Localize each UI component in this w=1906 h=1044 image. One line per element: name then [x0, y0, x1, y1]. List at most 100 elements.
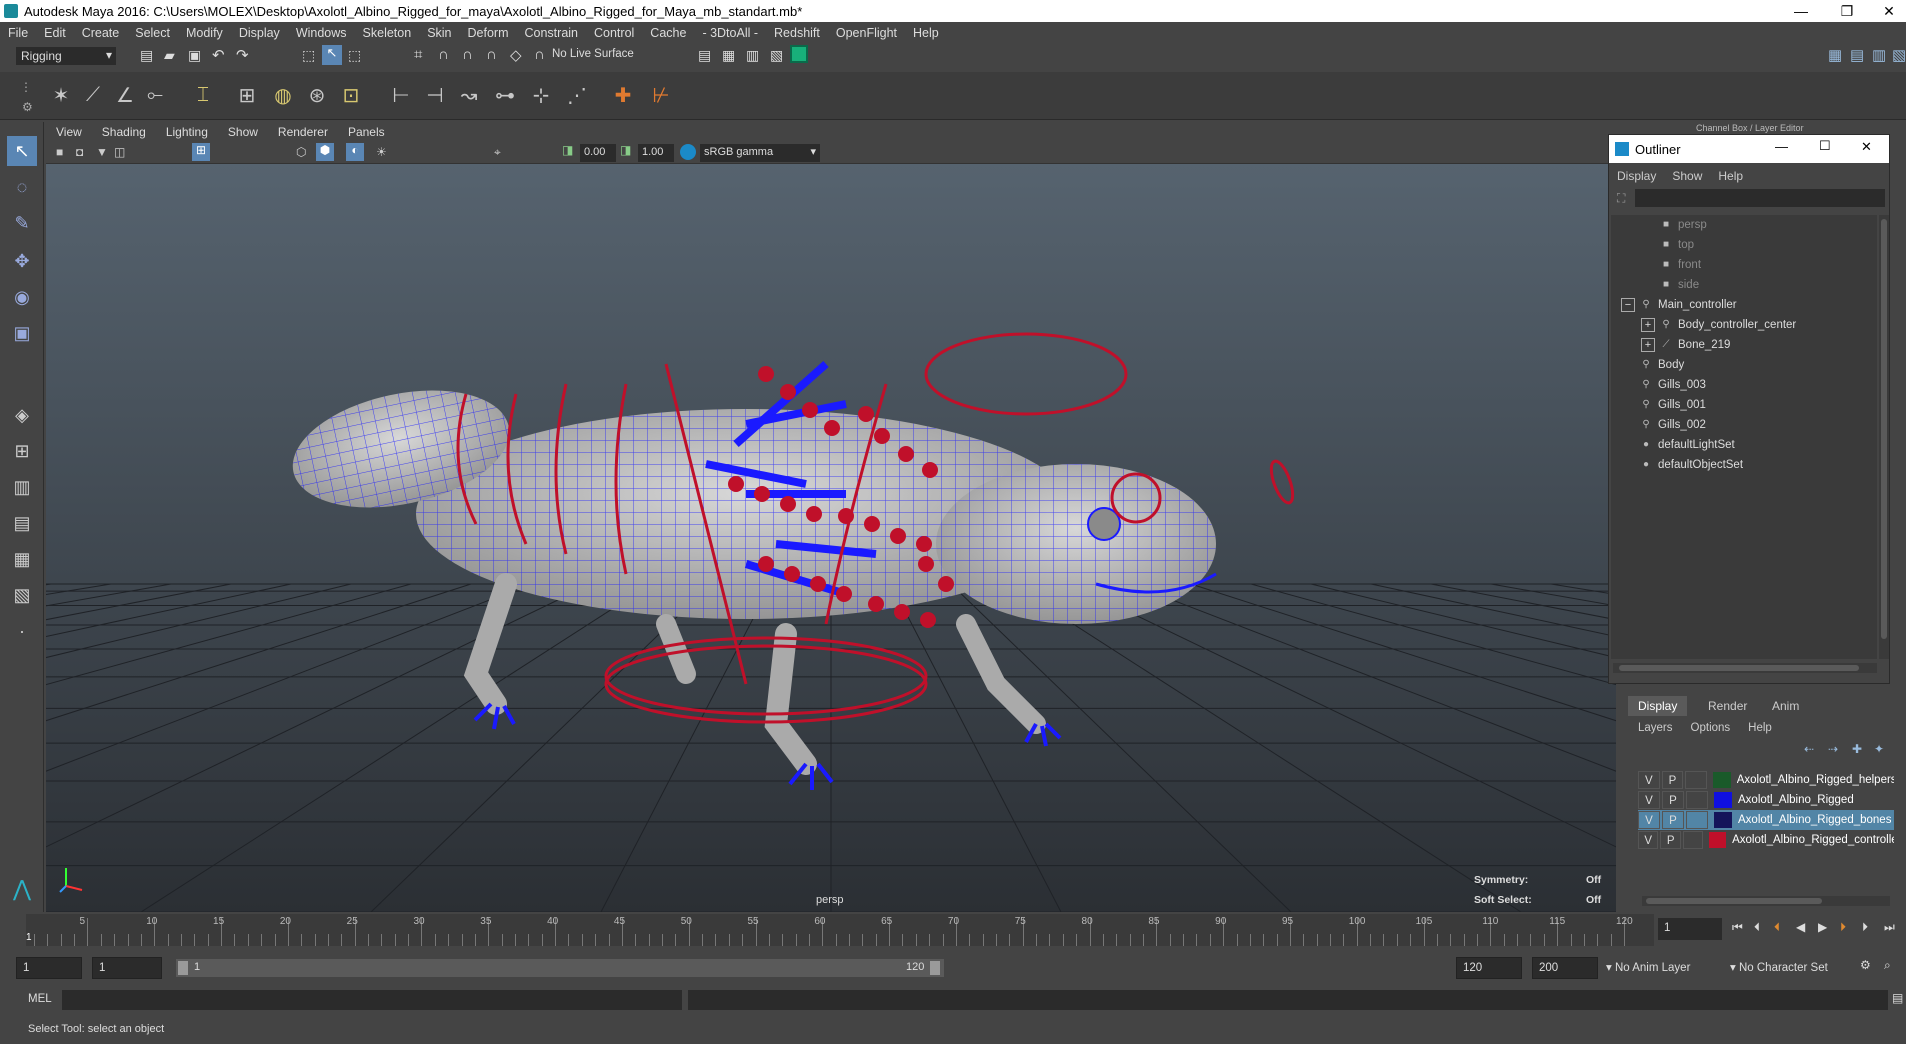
render-frame-icon[interactable]: ▤ — [698, 47, 711, 64]
layer-menu-options[interactable]: Options — [1691, 722, 1731, 734]
auto-key-icon[interactable]: ⚙ — [1860, 958, 1871, 972]
hypershade-layout-icon[interactable]: ▧ — [7, 580, 37, 610]
live-surface-field[interactable]: No Live Surface — [552, 48, 652, 60]
menu-select[interactable]: Select — [127, 26, 178, 40]
maya-home-icon[interactable]: ⋀ — [7, 874, 37, 904]
outliner-filter-icon[interactable]: ⛶ — [1617, 191, 1625, 206]
panel-menu-lighting[interactable]: Lighting — [156, 125, 218, 139]
cluster-icon[interactable]: ⋰ — [562, 78, 592, 112]
gill-controller[interactable] — [918, 556, 934, 572]
menu-windows[interactable]: Windows — [288, 26, 355, 40]
gill-controller[interactable] — [806, 506, 822, 522]
orient-constraint-icon[interactable]: ⊣ — [420, 78, 450, 112]
layer-hscroll[interactable] — [1642, 896, 1890, 906]
layer-color-swatch[interactable] — [1713, 772, 1731, 788]
snap-grid-icon[interactable]: ⌗ — [414, 46, 422, 63]
outliner-titlebar[interactable]: Outliner — ☐ ✕ — [1609, 135, 1889, 163]
side-by-side-icon[interactable]: ▥ — [7, 472, 37, 502]
panel-menu-renderer[interactable]: Renderer — [268, 125, 338, 139]
step-back-key-icon[interactable]: ⏴ — [1754, 920, 1760, 935]
new-layer-selected-icon[interactable]: ✦ — [1874, 742, 1884, 756]
bookmark-icon[interactable]: ▼ — [96, 145, 108, 159]
layer-row[interactable]: V P Axolotl_Albino_Rigged_bones — [1638, 810, 1894, 830]
grid-icon[interactable]: ⊞ — [192, 143, 210, 161]
layer-row[interactable]: V P Axolotl_Albino_Rigged — [1638, 790, 1894, 810]
go-to-end-icon[interactable]: ⏭ — [1884, 920, 1895, 935]
layer-menu-layers[interactable]: Layers — [1638, 722, 1673, 734]
mel-input[interactable] — [62, 990, 682, 1010]
outliner-item[interactable]: − ⚲ Main_controller — [1611, 295, 1737, 315]
select-tool-icon[interactable]: ↖ — [7, 136, 37, 166]
layer-move-down-icon[interactable]: ⇢ — [1828, 742, 1838, 756]
restore-button[interactable]: ❐ — [1824, 0, 1870, 22]
pole-vector-icon[interactable]: ⊹ — [526, 78, 556, 112]
gill-controller[interactable] — [890, 528, 906, 544]
character-set-dropdown[interactable]: ▾ No Character Set — [1730, 960, 1828, 974]
panel-menu-panels[interactable]: Panels — [338, 125, 395, 139]
outliner-item[interactable]: ■ persp — [1611, 215, 1707, 235]
layer-color-swatch[interactable] — [1714, 792, 1732, 808]
textured-icon[interactable]: ◐ — [346, 143, 364, 161]
gill-controller[interactable] — [874, 428, 890, 444]
outliner-tree[interactable]: ■ persp ■ top ■ front ■ side − ⚲ Main_controller + ⚲… — [1611, 215, 1877, 659]
close-button[interactable]: ✕ — [1866, 0, 1906, 22]
smooth-shade-icon[interactable]: ⬢ — [316, 143, 334, 161]
menu-file[interactable]: File — [0, 26, 36, 40]
outliner-item[interactable]: ■ top — [1611, 235, 1694, 255]
shelf-handle[interactable]: ⋮ — [20, 80, 32, 94]
gill-controller[interactable] — [758, 556, 774, 572]
range-end-handle[interactable] — [930, 961, 940, 975]
panel-menu-shading[interactable]: Shading — [92, 125, 156, 139]
lights-icon[interactable]: ☀ — [376, 145, 387, 159]
menu-skeleton[interactable]: Skeleton — [355, 26, 420, 40]
aim-constraint-icon[interactable]: ↝ — [454, 78, 484, 112]
gill-controller[interactable] — [754, 486, 770, 502]
gill-controller[interactable] — [780, 384, 796, 400]
layer-display-type-toggle[interactable] — [1686, 811, 1708, 829]
layer-color-swatch[interactable] — [1714, 812, 1732, 828]
snap-point-icon[interactable]: ∩ — [462, 46, 473, 63]
gill-controller[interactable] — [898, 446, 914, 462]
channel-box-toggle-icon[interactable]: ▧ — [1892, 46, 1906, 64]
gill-controller[interactable] — [920, 612, 936, 628]
gill-controller[interactable] — [838, 508, 854, 524]
gill-controller[interactable] — [894, 604, 910, 620]
open-scene-icon[interactable]: ▰ — [164, 47, 175, 64]
panel-menu-show[interactable]: Show — [218, 125, 268, 139]
render-sequence-icon[interactable]: ▦ — [722, 47, 735, 64]
current-frame-field[interactable]: 1 — [1658, 918, 1722, 940]
menu-skin[interactable]: Skin — [419, 26, 459, 40]
paint-select-icon[interactable]: ✎ — [7, 208, 37, 238]
outliner-expander[interactable]: + — [1641, 318, 1655, 332]
outliner-hscroll[interactable] — [1613, 663, 1877, 673]
undo-icon[interactable]: ↶ — [212, 46, 225, 64]
select-object-icon[interactable]: ↖ — [322, 45, 342, 65]
gill-controller[interactable] — [802, 402, 818, 418]
go-to-start-icon[interactable]: ⏮ — [1732, 920, 1743, 935]
anim-start-field[interactable]: 1 — [92, 957, 162, 979]
layer-playback-toggle[interactable]: P — [1662, 811, 1684, 829]
lattice-icon[interactable]: ⊡ — [336, 78, 366, 112]
menu-constrain[interactable]: Constrain — [517, 26, 587, 40]
workspace-icon[interactable]: ▦ — [1828, 46, 1842, 64]
perspective-viewport[interactable]: persp Symmetry: Off Soft Select: Off — [46, 164, 1616, 912]
locator-icon[interactable]: ✚ — [608, 78, 638, 112]
menu-cache[interactable]: Cache — [642, 26, 694, 40]
gill-controller[interactable] — [780, 496, 796, 512]
menu-control[interactable]: Control — [586, 26, 642, 40]
gill-controller[interactable] — [836, 586, 852, 602]
hypershade-icon[interactable] — [790, 45, 808, 63]
outliner-menu-show[interactable]: Show — [1672, 169, 1702, 183]
menu-display[interactable]: Display — [231, 26, 288, 40]
menu-openflight[interactable]: OpenFlight — [828, 26, 905, 40]
scene-start-field[interactable]: 1 — [16, 957, 82, 979]
gill-controller[interactable] — [938, 576, 954, 592]
menu-modify[interactable]: Modify — [178, 26, 231, 40]
ik-spline-icon[interactable]: ∠ — [110, 78, 140, 112]
step-back-frame-icon[interactable]: ⏴ — [1774, 920, 1780, 935]
isolate-icon[interactable]: ⌖ — [494, 145, 501, 160]
lasso-tool-icon[interactable]: ◌ — [7, 172, 37, 202]
anim-end-field[interactable]: 120 — [1456, 957, 1522, 979]
create-joints-icon[interactable]: ✶ — [46, 78, 76, 112]
wireframe-icon[interactable]: ⬡ — [296, 145, 306, 159]
